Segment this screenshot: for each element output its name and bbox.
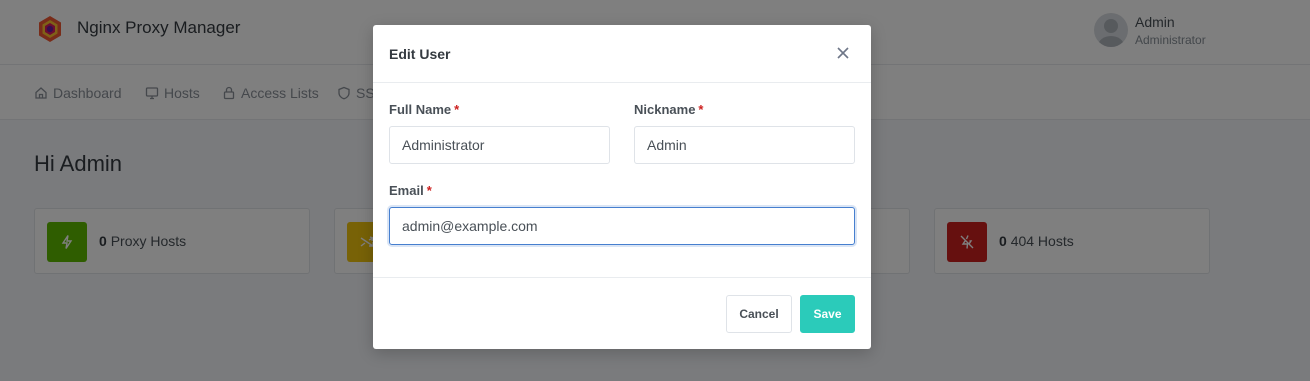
full-name-label: Full Name * <box>389 102 460 117</box>
required-marker: * <box>426 183 432 198</box>
nickname-input[interactable] <box>634 126 855 164</box>
modal-title: Edit User <box>389 46 451 62</box>
email-input[interactable] <box>389 207 855 245</box>
nickname-label: Nickname * <box>634 102 704 117</box>
full-name-input[interactable] <box>389 126 610 164</box>
required-marker: * <box>454 102 460 117</box>
modal-footer: Cancel Save <box>373 277 871 349</box>
email-label: Email * <box>389 183 432 198</box>
cancel-button[interactable]: Cancel <box>726 295 792 333</box>
close-icon[interactable] <box>835 45 851 61</box>
modal-header: Edit User <box>373 25 871 83</box>
save-button[interactable]: Save <box>800 295 855 333</box>
edit-user-modal: Edit User Full Name* Nickname* Email* Ca… <box>373 25 871 349</box>
required-marker: * <box>698 102 704 117</box>
